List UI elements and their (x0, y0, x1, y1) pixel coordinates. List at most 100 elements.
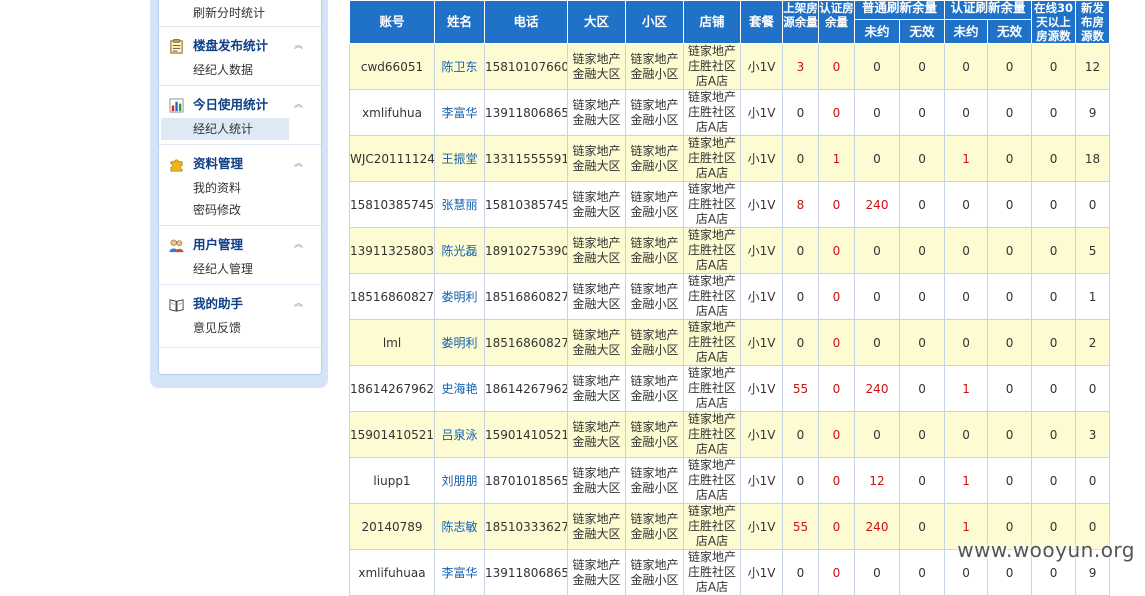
cell-name[interactable]: 张慧丽 (434, 181, 485, 228)
cell-package: 小1V (740, 227, 783, 274)
menu-item-agent-stats[interactable]: 经纪人统计 (161, 118, 289, 140)
cell-verified-unused: 0 (944, 181, 989, 228)
cell-region: 链家地产金融大区 (567, 457, 626, 504)
cell-store: 链家地产庄胜社区店A店 (683, 319, 741, 366)
menu-item-agent-data[interactable]: 经纪人数据 (159, 59, 321, 81)
cell-account: 15810385745 (349, 181, 435, 228)
col-header-account: 账号 (349, 0, 435, 44)
cell-store: 链家地产庄胜社区店A店 (683, 273, 741, 320)
cell-name[interactable]: 陈卫东 (434, 43, 485, 90)
cell-normal-invalid: 0 (898, 411, 946, 458)
watermark: www.wooyun.org (957, 538, 1135, 562)
cell-listing-remaining: 0 (782, 319, 819, 366)
cell-listing-remaining: 0 (782, 549, 819, 596)
cell-phone: 15810107660 (484, 43, 568, 90)
col-header-store: 店铺 (683, 0, 741, 44)
table-row[interactable]: 13911325803 陈光磊 18910275390 链家地产金融大区 链家地产金融小… (349, 227, 1111, 274)
cell-verified-remaining: 0 (818, 411, 855, 458)
cell-verified-remaining: 1 (818, 135, 855, 182)
cell-normal-unused: 0 (854, 411, 900, 458)
cell-listing-remaining: 0 (782, 411, 819, 458)
menu-item-my-profile[interactable]: 我的资料 (159, 177, 321, 199)
cell-package: 小1V (740, 549, 783, 596)
cell-name[interactable]: 史海艳 (434, 365, 485, 412)
cell-subregion: 链家地产金融小区 (625, 549, 684, 596)
cell-subregion: 链家地产金融小区 (625, 503, 684, 550)
cell-listing-remaining: 55 (782, 503, 819, 550)
cell-account: 18516860827 (349, 273, 435, 320)
col-header-name: 姓名 (434, 0, 485, 44)
chevron-up-icon[interactable]: ︽ (294, 33, 303, 59)
cell-new-listings: 2 (1075, 319, 1111, 366)
chevron-up-icon[interactable]: ︽ (294, 92, 303, 118)
cell-verified-unused: 1 (944, 457, 989, 504)
menu-item-feedback[interactable]: 意见反馈 (159, 317, 321, 339)
cell-normal-unused: 0 (854, 273, 900, 320)
table-row[interactable]: lml 娄明利 18516860827 链家地产金融大区 链家地产金融小区 链家地产庄胜社… (349, 319, 1111, 366)
cell-subregion: 链家地产金融小区 (625, 227, 684, 274)
cell-store: 链家地产庄胜社区店A店 (683, 411, 741, 458)
chevron-up-icon[interactable]: ︽ (294, 232, 303, 258)
cell-new-listings: 5 (1075, 227, 1111, 274)
cell-verified-invalid: 0 (987, 181, 1033, 228)
cell-name[interactable]: 陈光磊 (434, 227, 485, 274)
menu-head-assistant[interactable]: 我的助手 ︽ (159, 291, 321, 317)
cell-verified-unused: 0 (944, 43, 989, 90)
cell-store: 链家地产庄胜社区店A店 (683, 181, 741, 228)
table-row[interactable]: WJC20111124 王振堂 13311555591 链家地产金融大区 链家地产金融小… (349, 135, 1111, 182)
cell-verified-invalid: 0 (987, 135, 1033, 182)
cell-name[interactable]: 王振堂 (434, 135, 485, 182)
menu-head-listing-stats[interactable]: 楼盘发布统计 ︽ (159, 33, 321, 59)
cell-phone: 18614267962 (484, 365, 568, 412)
menu-head-profile[interactable]: 资料管理 ︽ (159, 151, 321, 177)
table-row[interactable]: 18516860827 娄明利 18516860827 链家地产金融大区 链家地产金融小… (349, 273, 1111, 320)
chevron-up-icon[interactable]: ︽ (294, 291, 303, 317)
cell-verified-unused: 1 (944, 135, 989, 182)
cell-phone: 18516860827 (484, 273, 568, 320)
cell-name[interactable]: 娄明利 (434, 273, 485, 320)
cell-region: 链家地产金融大区 (567, 503, 626, 550)
table-row[interactable]: xmlifuhua 李富华 13911806865 链家地产金融大区 链家地产金融小区链… (349, 89, 1111, 136)
table-row[interactable]: cwd66051 陈卫东 15810107660 链家地产金融大区 链家地产金融小区 链家… (349, 43, 1111, 90)
cell-region: 链家地产金融大区 (567, 549, 626, 596)
cell-package: 小1V (740, 273, 783, 320)
cell-subregion: 链家地产金融小区 (625, 43, 684, 90)
cell-account: WJC20111124 (349, 135, 435, 182)
cell-region: 链家地产金融大区 (567, 181, 626, 228)
cell-new-listings: 18 (1075, 135, 1111, 182)
cell-name[interactable]: 李富华 (434, 89, 485, 136)
menu-group-user-mgmt: 用户管理 ︽ 经纪人管理 (159, 226, 321, 285)
cell-name[interactable]: 李富华 (434, 549, 485, 596)
table-row[interactable]: liupp1 刘朋朋 18701018565 链家地产金融大区 链家地产金融小区 链家地产… (349, 457, 1111, 504)
cell-listing-remaining: 0 (782, 227, 819, 274)
table-row[interactable]: 18614267962 史海艳 18614267962 链家地产金融大区 链家地产金融小… (349, 365, 1111, 412)
cell-name[interactable]: 刘朋朋 (434, 457, 485, 504)
menu-title: 资料管理 (193, 156, 244, 171)
cell-verified-remaining: 0 (818, 365, 855, 412)
menu-head-today-stats[interactable]: 今日使用统计 ︽ (159, 92, 321, 118)
menu-head-user-mgmt[interactable]: 用户管理 ︽ (159, 232, 321, 258)
col-header-new-listings: 新发布房源数 (1075, 0, 1111, 44)
table-row[interactable]: 15810385745 张慧丽 15810385745 链家地产金融大区 链家地产金融小… (349, 181, 1111, 228)
cell-store: 链家地产庄胜社区店A店 (683, 503, 741, 550)
cell-phone: 18701018565 (484, 457, 568, 504)
cell-normal-invalid: 0 (898, 319, 946, 366)
chevron-up-icon[interactable]: ︽ (294, 151, 303, 177)
cell-verified-remaining: 0 (818, 457, 855, 504)
menu-item-refresh-stats[interactable]: 刷新分时统计 (159, 0, 321, 26)
cell-online30: 0 (1031, 457, 1077, 504)
cell-new-listings: 12 (1075, 43, 1111, 90)
menu-title: 用户管理 (193, 237, 244, 252)
table-row[interactable]: 15901410521a 吕泉泳 15901410521 链家地产金融大区 链家地产金融… (349, 411, 1111, 458)
cell-account: liupp1 (349, 457, 435, 504)
cell-name[interactable]: 娄明利 (434, 319, 485, 366)
cell-region: 链家地产金融大区 (567, 365, 626, 412)
cell-name[interactable]: 吕泉泳 (434, 411, 485, 458)
cell-region: 链家地产金融大区 (567, 411, 626, 458)
cell-normal-invalid: 0 (898, 135, 946, 182)
cell-verified-invalid: 0 (987, 43, 1033, 90)
cell-name[interactable]: 陈志敏 (434, 503, 485, 550)
menu-item-change-password[interactable]: 密码修改 (159, 199, 321, 221)
menu-item-agent-mgmt[interactable]: 经纪人管理 (159, 258, 321, 280)
cell-normal-invalid: 0 (898, 549, 946, 596)
